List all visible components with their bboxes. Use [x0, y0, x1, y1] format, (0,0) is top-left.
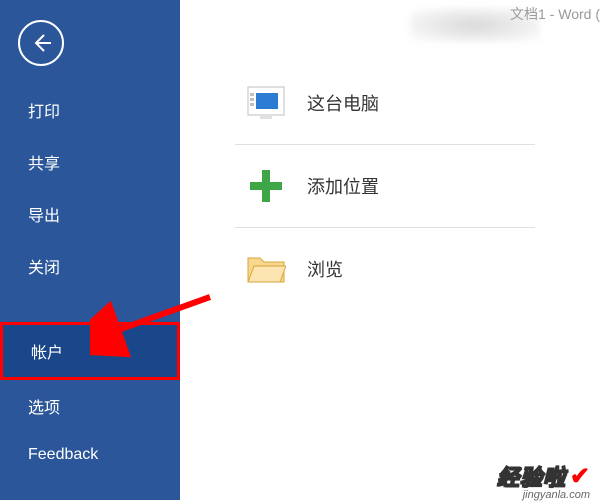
sidebar-item-label: 帐户	[31, 345, 63, 362]
location-this-pc[interactable]: 这台电脑	[235, 68, 535, 138]
divider	[235, 144, 535, 145]
backstage-sidebar: 打印 共享 导出 关闭 帐户 选项 Feedback	[0, 0, 180, 500]
window-title-text: 文档1 - Word (	[510, 6, 600, 22]
location-list: 这台电脑 添加位置 浏览	[235, 68, 535, 304]
arrow-left-icon	[29, 31, 53, 55]
location-browse[interactable]: 浏览	[235, 234, 535, 304]
location-label: 这台电脑	[307, 90, 379, 116]
check-icon: ✔	[570, 462, 590, 491]
back-button[interactable]	[18, 20, 64, 66]
sidebar-item-label: 共享	[28, 156, 60, 173]
sidebar-item-label: 选项	[28, 400, 60, 417]
sidebar-item-label: 打印	[28, 104, 60, 121]
window-title: 文档1 - Word (	[180, 0, 600, 30]
main-panel: 文档1 - Word ( 这台电脑	[180, 0, 600, 500]
watermark-url: jingyanla.com	[523, 489, 590, 501]
sidebar-item-feedback[interactable]: Feedback	[0, 432, 180, 478]
sidebar-item-print[interactable]: 打印	[0, 84, 180, 136]
sidebar-item-label: 导出	[28, 208, 60, 225]
sidebar-item-options[interactable]: 选项	[0, 380, 180, 432]
this-pc-icon	[245, 82, 287, 124]
sidebar-item-label: 关闭	[28, 260, 60, 277]
location-label: 浏览	[307, 256, 343, 282]
sidebar-item-share[interactable]: 共享	[0, 136, 180, 188]
watermark-text: 经验啦	[497, 460, 566, 492]
location-add-place[interactable]: 添加位置	[235, 151, 535, 221]
sidebar-item-label: Feedback	[28, 446, 98, 463]
folder-icon	[245, 248, 287, 290]
divider	[235, 227, 535, 228]
sidebar-item-close[interactable]: 关闭	[0, 240, 180, 292]
sidebar-item-account[interactable]: 帐户	[0, 322, 180, 380]
sidebar-gap	[0, 292, 180, 322]
plus-icon	[245, 165, 287, 207]
location-label: 添加位置	[307, 173, 379, 199]
watermark: 经验啦 ✔	[497, 460, 590, 492]
sidebar-item-export[interactable]: 导出	[0, 188, 180, 240]
